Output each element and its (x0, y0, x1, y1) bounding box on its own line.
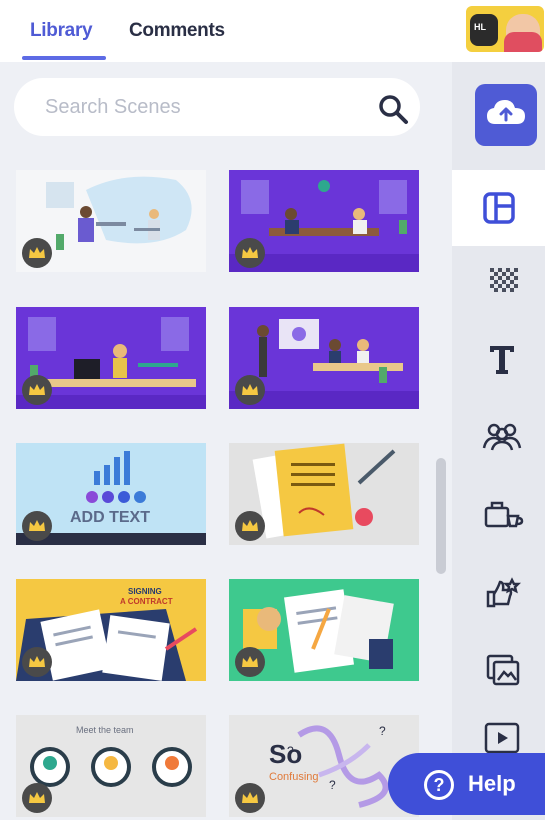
avatar[interactable]: HL (466, 6, 544, 52)
crown-icon (29, 792, 45, 803)
text-icon[interactable] (480, 336, 524, 380)
pattern-icon[interactable] (480, 258, 524, 302)
upload-button[interactable] (475, 84, 537, 146)
search-icon[interactable] (376, 92, 410, 126)
scene-caption: Meet the team (76, 725, 134, 735)
premium-badge (22, 647, 52, 677)
crown-icon (29, 384, 45, 395)
crown-icon (242, 384, 258, 395)
scene-library-panel: Search Scenes ADD TEXT SIGNING A CONTRAC… (0, 62, 452, 820)
active-tab-indicator (22, 56, 106, 60)
icons-shapes-icon[interactable] (480, 570, 524, 614)
scene-thumbnail-workspace-desk[interactable] (16, 307, 206, 409)
scene-thumbnail-growth-chart[interactable]: ADD TEXT (16, 443, 206, 545)
scene-caption-line1: So (269, 739, 303, 769)
help-button[interactable]: ? Help (388, 753, 545, 815)
premium-badge (22, 375, 52, 405)
premium-badge (22, 238, 52, 268)
layout-icon (483, 192, 515, 224)
props-icon[interactable] (480, 492, 524, 536)
scene-thumbnail-presentation[interactable] (229, 307, 419, 409)
crown-icon (242, 247, 258, 258)
scene-caption-line2: A CONTRACT (120, 597, 173, 606)
header: Library Comments HL (0, 0, 545, 62)
scene-thumbnail-signed-document[interactable] (229, 443, 419, 545)
premium-badge (235, 647, 265, 677)
cloud-upload-icon (487, 100, 525, 124)
help-label: Help (468, 771, 516, 796)
crown-icon (29, 520, 45, 531)
help-question-icon: ? (424, 770, 454, 800)
tab-library[interactable]: Library (30, 20, 93, 42)
scrollbar-thumb[interactable] (436, 458, 446, 574)
premium-badge (22, 783, 52, 813)
premium-badge (22, 511, 52, 541)
scene-caption: ADD TEXT (70, 509, 150, 526)
avatar-figure-left: HL (470, 14, 498, 46)
scene-thumbnail-so-confusing[interactable]: ? ? ? So Confusing (229, 715, 419, 817)
search-placeholder: Search Scenes (45, 96, 181, 118)
crown-icon (242, 520, 258, 531)
sidebar-item-scenes[interactable] (452, 170, 545, 246)
premium-badge (235, 783, 265, 813)
crown-icon (242, 656, 258, 667)
tab-comments[interactable]: Comments (129, 20, 225, 42)
scene-thumbnail-documents-desk[interactable] (229, 579, 419, 681)
crown-icon (29, 656, 45, 667)
tool-sidebar (452, 62, 545, 820)
scene-thumbnail-meet-the-team[interactable]: Meet the team (16, 715, 206, 817)
premium-badge (235, 238, 265, 268)
avatar-badge: HL (474, 22, 486, 32)
crown-icon (29, 247, 45, 258)
scene-thumbnail-office-desk[interactable] (16, 170, 206, 272)
crown-icon (242, 792, 258, 803)
search-input[interactable]: Search Scenes (14, 78, 420, 136)
svg-text:?: ? (329, 778, 336, 792)
scene-thumbnail-signing-contract[interactable]: SIGNING A CONTRACT (16, 579, 206, 681)
images-icon[interactable] (480, 648, 524, 692)
characters-icon[interactable] (480, 414, 524, 458)
scene-library-app: Library Comments HL Search Scenes ADD TE… (0, 0, 545, 820)
premium-badge (235, 375, 265, 405)
premium-badge (235, 511, 265, 541)
avatar-figure-shirt (504, 32, 542, 52)
scene-thumbnail-meeting-table[interactable] (229, 170, 419, 272)
svg-text:?: ? (379, 724, 386, 738)
scene-caption-line1: SIGNING (128, 587, 162, 596)
scene-caption-line2: Confusing (269, 771, 319, 783)
